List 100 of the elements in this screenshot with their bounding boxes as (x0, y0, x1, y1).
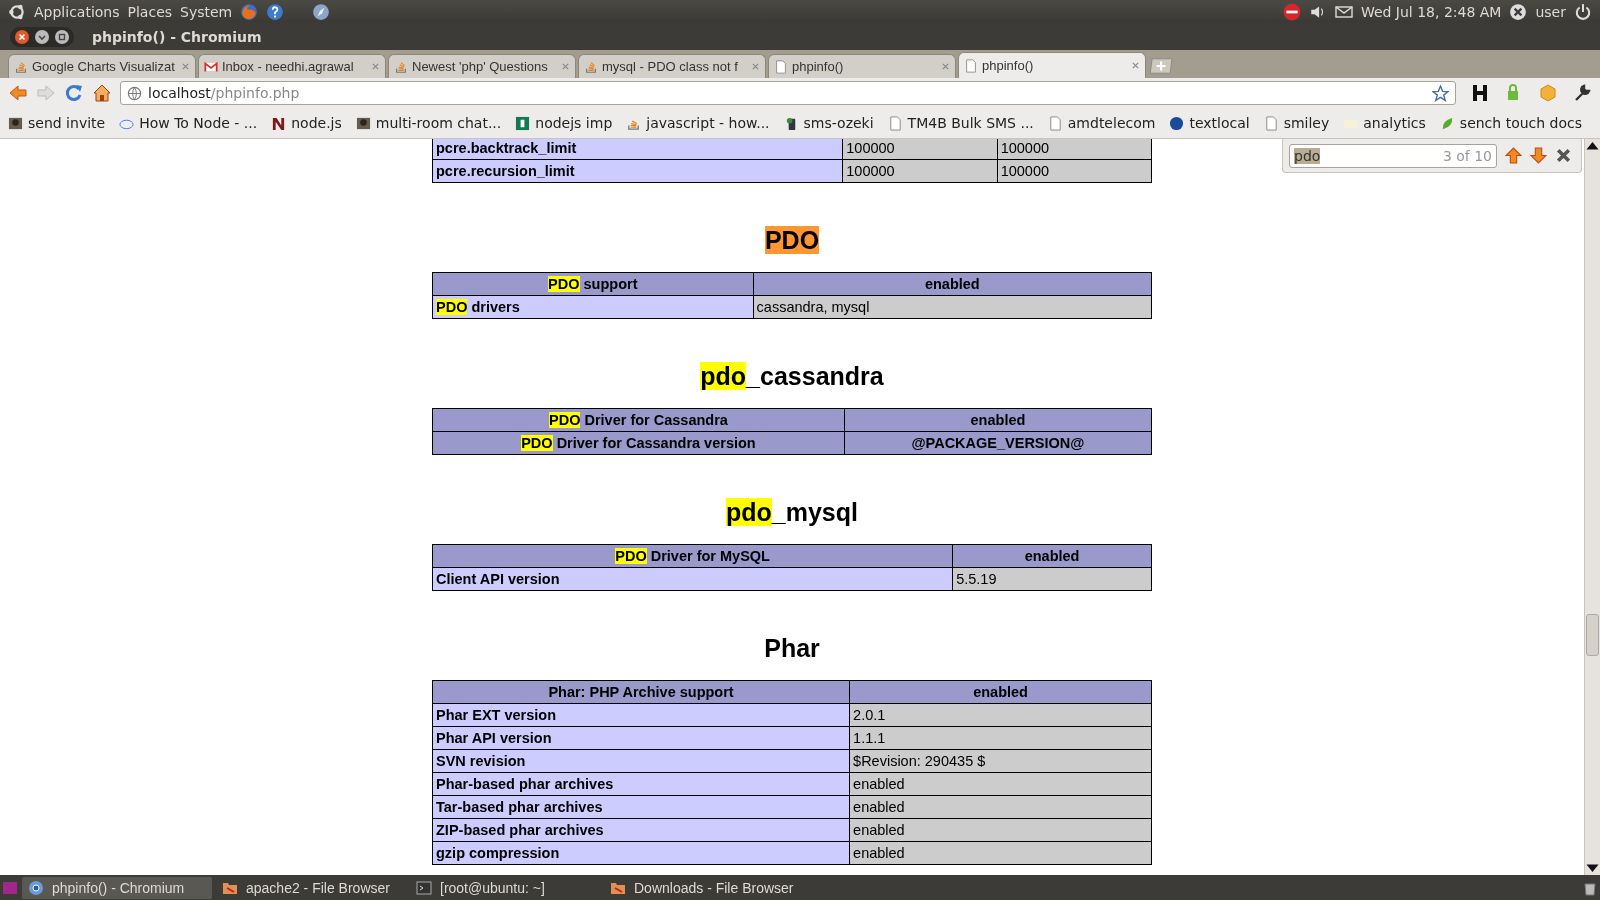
page-icon (1263, 115, 1279, 131)
page-icon (1047, 115, 1063, 131)
setting-name-cell: gzip compression (432, 841, 850, 865)
previous-arrow-icon[interactable] (1505, 147, 1522, 164)
setting-value-cell: cassandra, mysql (753, 295, 1152, 319)
panel-menu[interactable]: Applications (34, 3, 120, 20)
scroll-thumb[interactable] (1586, 614, 1599, 656)
table-header-cell: enabled (844, 408, 1152, 432)
letter-n-icon (271, 115, 287, 131)
user-name[interactable]: user (1535, 3, 1566, 20)
compass-icon[interactable] (312, 2, 331, 21)
panel-menu[interactable]: Places (127, 3, 173, 20)
taskbar-button[interactable]: phpinfo() - Chromium (22, 876, 212, 899)
table-header-cell: PDO Driver for MySQL (432, 544, 953, 568)
bookmark-link[interactable]: send invite (8, 115, 106, 131)
scrollbar[interactable] (1584, 139, 1600, 875)
setting-name-cell: Tar-based phar archives (432, 795, 850, 819)
window-title: phpinfo() - Chromium (92, 28, 262, 45)
setting-value-cell: 2.0.1 (849, 703, 1152, 727)
bookmark-link[interactable]: javascript - how... (626, 115, 770, 131)
setting-name-cell: ZIP-based phar archives (432, 818, 850, 842)
setting-value-cell: $Revision: 290435 $ (849, 749, 1152, 773)
browser-tab[interactable]: Inbox - needhi.agrawal (198, 54, 386, 78)
setting-value-cell: 100000 (997, 139, 1152, 160)
bookmark-link[interactable]: nodejs imp (515, 115, 613, 131)
setting-name-cell: SVN revision (432, 749, 850, 773)
thumbnail-icon (355, 115, 371, 131)
browser-tab[interactable]: Google Charts Visualizat (8, 54, 196, 78)
setting-value-cell: enabled (849, 841, 1152, 865)
maximize-icon[interactable] (54, 28, 70, 45)
star-icon[interactable] (1432, 84, 1449, 102)
setting-value-cell: 1.1.1 (849, 726, 1152, 750)
next-arrow-icon[interactable] (1530, 147, 1547, 164)
taskbar-button[interactable]: Downloads - File Browser (604, 876, 800, 899)
user-status-icon[interactable] (1509, 2, 1528, 21)
bookmark-link[interactable]: sms-ozeki (783, 115, 874, 131)
bookmark-link[interactable]: smiley (1263, 115, 1330, 131)
table-header-cell: PDO Driver for Cassandra (432, 408, 845, 432)
setting-value-cell: 5.5.19 (952, 567, 1152, 591)
setting-name-cell: PDO drivers (432, 295, 754, 319)
setting-value-cell: 100000 (842, 159, 998, 183)
browser-tab[interactable]: phpinfo() (768, 54, 956, 78)
circle-icon (1169, 115, 1185, 131)
home-icon[interactable] (92, 83, 112, 103)
setting-value-cell: enabled (849, 818, 1152, 842)
table-header-cell: @PACKAGE_VERSION@ (844, 431, 1152, 455)
bookmark-link[interactable]: analytics (1343, 115, 1426, 131)
thumbnail-icon (8, 115, 23, 131)
browser-tab[interactable]: mysql - PDO class not f (578, 54, 766, 78)
mail-icon (204, 59, 218, 74)
help-icon[interactable] (266, 2, 285, 21)
page-icon (774, 59, 788, 74)
setting-value-cell: enabled (849, 772, 1152, 796)
minimize-icon[interactable] (34, 28, 50, 45)
taskbar-button[interactable]: apache2 - File Browser (216, 876, 406, 899)
bookmark-link[interactable]: multi-room chat... (355, 115, 502, 131)
page-icon (964, 58, 978, 73)
setting-name-cell: Phar EXT version (432, 703, 850, 727)
back-arrow-icon[interactable] (8, 83, 28, 103)
setting-value-cell: 100000 (842, 139, 998, 160)
bookmark-link[interactable]: textlocal (1169, 115, 1250, 131)
stack-icon (14, 59, 28, 74)
panel-menu[interactable]: System (180, 3, 233, 20)
section-heading: Phar (764, 633, 820, 663)
setting-value-cell: 100000 (997, 159, 1152, 183)
browser-tab[interactable]: phpinfo() (958, 52, 1146, 78)
table-header-cell: enabled (753, 272, 1152, 296)
setting-name-cell: pcre.recursion_limit (432, 159, 843, 183)
address-bar[interactable]: localhost/phpinfo.php (120, 81, 1456, 105)
firefox-icon[interactable] (240, 2, 259, 21)
close-icon[interactable] (14, 28, 30, 45)
bookmark-link[interactable]: amdtelecom (1047, 115, 1156, 131)
setting-name-cell: Client API version (432, 567, 953, 591)
reload-icon[interactable] (64, 83, 84, 103)
table-header-cell: enabled (952, 544, 1152, 568)
setting-value-cell: enabled (849, 795, 1152, 819)
bookmark-link[interactable]: How To Node - ... (119, 115, 258, 131)
tile-icon (515, 115, 531, 131)
section-heading: PDO (764, 225, 820, 255)
stack-icon (584, 59, 598, 74)
clock[interactable]: Wed Jul 18, 2:48 AM (1360, 3, 1502, 20)
new-tab-icon[interactable] (1148, 57, 1176, 75)
table-header-cell: PDO support (432, 272, 754, 296)
find-field[interactable]: pdo 3 of 10 (1289, 143, 1497, 168)
setting-name-cell: pcre.backtrack_limit (432, 139, 843, 160)
power-icon[interactable] (1574, 2, 1592, 21)
no-entry-icon[interactable] (1282, 2, 1301, 21)
bookmark-link[interactable]: TM4B Bulk SMS ... (887, 115, 1034, 131)
bookmark-link[interactable]: sench touch docs (1439, 115, 1583, 131)
bookmark-link[interactable]: node.js (271, 115, 342, 131)
setting-name-cell: Phar API version (432, 726, 850, 750)
setting-name-cell: Phar-based phar archives (432, 772, 850, 796)
table-header-cell: enabled (849, 680, 1152, 704)
chromium-icon (28, 879, 44, 896)
close-icon[interactable] (1555, 147, 1572, 164)
ubuntu-logo-icon[interactable] (8, 2, 26, 21)
taskbar-button[interactable]: [root@ubuntu: ~] (410, 876, 600, 899)
browser-tab[interactable]: Newest 'php' Questions (388, 54, 576, 78)
h-extension-icon[interactable] (1470, 83, 1490, 103)
table-header-cell: PDO Driver for Cassandra version (432, 431, 845, 455)
